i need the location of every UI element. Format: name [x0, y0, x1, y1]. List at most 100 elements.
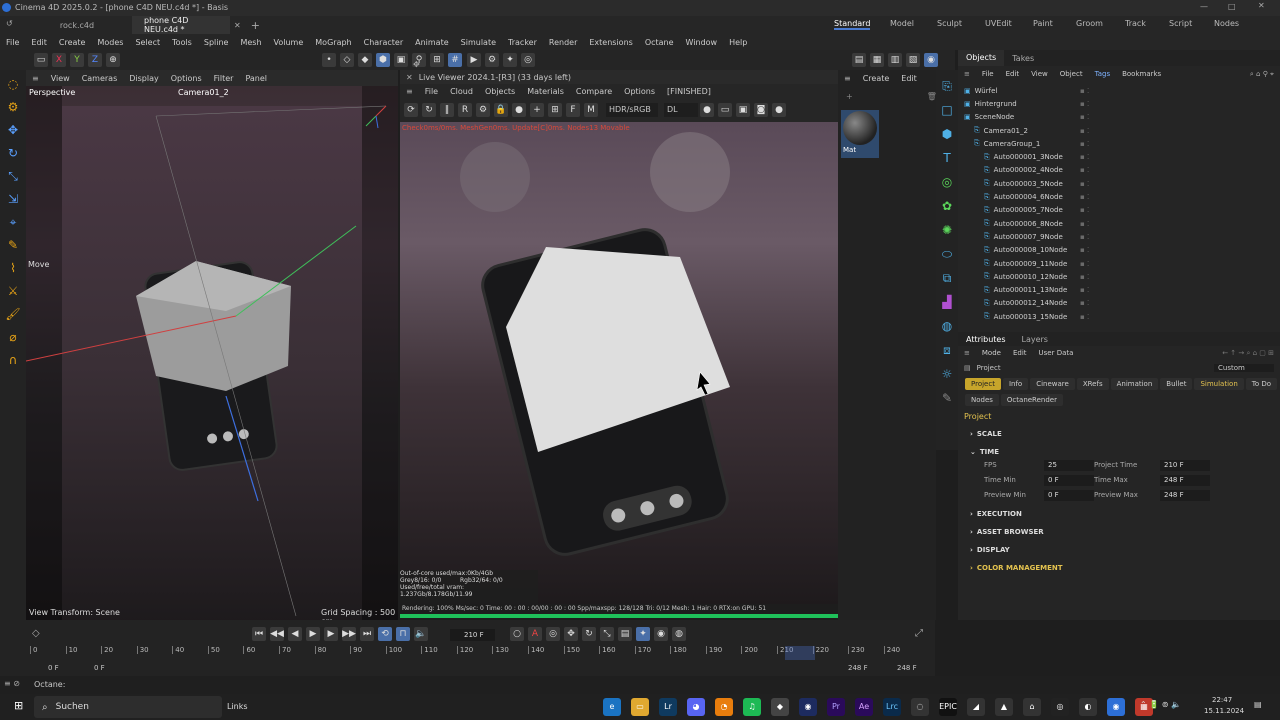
app-icon[interactable]: ⌂ — [1023, 698, 1041, 716]
lv-menu-options[interactable]: Options — [618, 87, 661, 96]
snapshot-icon[interactable]: ▣ — [736, 103, 750, 117]
timeline-ruler[interactable]: 0 10 20 30 40 50 60 70 80 90 100 110 120 130 140 150 160… — [30, 646, 930, 660]
subtab-xrefs[interactable]: XRefs — [1076, 378, 1109, 390]
menu-file[interactable]: File — [0, 38, 25, 47]
sound-icon[interactable]: 🔈 — [414, 627, 428, 641]
object-tree-row[interactable]: ⎘ Auto000002_4Node ▪ ⁚ — [958, 164, 1280, 177]
next-frame-icon[interactable]: ▶ — [324, 627, 338, 641]
live-selection-icon[interactable]: ◌ — [4, 75, 22, 93]
square-icon[interactable]: □ — [939, 102, 955, 118]
visibility-dots-icon[interactable]: ▪ ⁚ — [1080, 206, 1089, 214]
generator-icon[interactable]: ◎ — [939, 174, 955, 190]
render-region-icon[interactable]: ▥ — [888, 53, 902, 67]
objects-menu-icon[interactable]: ≡ — [964, 70, 970, 78]
subtab-octanerender[interactable]: OctaneRender — [1000, 394, 1063, 406]
viewport-menu-view[interactable]: View — [45, 74, 76, 83]
attr-menu-edit[interactable]: Edit — [1007, 349, 1033, 357]
active-camera-label[interactable]: Camera01_2 — [178, 88, 229, 97]
section-scale[interactable]: › SCALE — [958, 425, 1280, 443]
effector-icon[interactable]: ✺ — [939, 222, 955, 238]
lv-menu-objects[interactable]: Objects — [479, 87, 521, 96]
object-tree-row[interactable]: ⎘ Auto000006_8Node ▪ ⁚ — [958, 217, 1280, 230]
visibility-dots-icon[interactable]: ▪ ⁚ — [1080, 153, 1089, 161]
object-tree-row[interactable]: ⎘ Auto000008_10Node ▪ ⁚ — [958, 244, 1280, 257]
cube-icon[interactable]: ⬢ — [939, 126, 955, 142]
focus-picker-icon[interactable]: F — [566, 103, 580, 117]
visibility-dots-icon[interactable]: ▪ ⁚ — [1080, 166, 1089, 174]
tab-objects[interactable]: Objects — [958, 50, 1005, 66]
subtab-simulation[interactable]: Simulation — [1194, 378, 1244, 390]
send-scene-icon[interactable]: ⟳ — [404, 103, 418, 117]
workplane-icon[interactable]: ⊞ — [430, 53, 444, 67]
visibility-dots-icon[interactable]: ▪ ⁚ — [1080, 113, 1089, 121]
lv-menu-file[interactable]: File — [419, 87, 444, 96]
menu-animate[interactable]: Animate — [409, 38, 455, 47]
coordinate-system-icon[interactable]: ⊕ — [106, 53, 120, 67]
visibility-dots-icon[interactable]: ▪ ⁚ — [1080, 100, 1089, 108]
restart-render-icon[interactable]: ↻ — [422, 103, 436, 117]
preview-max-field[interactable]: 248 F — [1160, 490, 1210, 501]
after-effects-icon[interactable]: Ae — [855, 698, 873, 716]
param-key-icon[interactable]: ▤ — [618, 627, 632, 641]
globe-icon[interactable]: ◍ — [939, 318, 955, 334]
object-tree-row[interactable]: ⎘ Auto000010_12Node ▪ ⁚ — [958, 270, 1280, 283]
subtab-cineware[interactable]: Cineware — [1030, 378, 1075, 390]
model-mode-icon[interactable]: ▭ — [34, 53, 48, 67]
deformer-icon[interactable]: ⧉ — [939, 270, 955, 286]
rotation-key-icon[interactable]: ↻ — [582, 627, 596, 641]
spline-pen-icon[interactable]: ✎ — [4, 236, 22, 254]
render-view-icon[interactable]: ▶ — [467, 53, 481, 67]
loop-icon[interactable]: ⟲ — [378, 627, 392, 641]
search-icon[interactable]: ⌕ ⌂ ⚲ ⌖ — [1250, 70, 1274, 79]
edges-mode-icon[interactable]: ◇ — [340, 53, 354, 67]
menu-tracker[interactable]: Tracker — [502, 38, 543, 47]
render-queue-icon[interactable]: ◎ — [521, 53, 535, 67]
channel-icon[interactable]: ● — [700, 103, 714, 117]
material-picker-icon[interactable]: M — [584, 103, 598, 117]
objects-menu-edit[interactable]: Edit — [1000, 70, 1026, 78]
section-execution[interactable]: › EXECUTION — [958, 505, 1280, 523]
color-space-select[interactable]: HDR/sRGB — [606, 103, 658, 117]
tab-takes[interactable]: Takes — [1004, 54, 1042, 63]
time-min-field[interactable]: 0 F — [1044, 475, 1094, 486]
object-tree-row[interactable]: ⎘ Auto000013_15Node ▪ ⁚ — [958, 310, 1280, 323]
visibility-dots-icon[interactable]: ▪ ⁚ — [1080, 299, 1089, 307]
object-tree-row[interactable]: ⎘ Auto000007_9Node ▪ ⁚ — [958, 230, 1280, 243]
key-selection-icon[interactable]: ◎ — [546, 627, 560, 641]
menu-modes[interactable]: Modes — [91, 38, 129, 47]
tab-layers[interactable]: Layers — [1014, 335, 1056, 344]
save-image-icon[interactable]: ▭ — [718, 103, 732, 117]
keyframe-icon[interactable]: ◇ — [32, 628, 40, 639]
visibility-dots-icon[interactable]: ▪ ⁚ — [1080, 233, 1089, 241]
material-thumb[interactable]: Mat — [841, 110, 879, 158]
preview-range-icon[interactable]: ⊓ — [396, 627, 410, 641]
layout-uvedit[interactable]: UVEdit — [985, 19, 1012, 28]
next-key-icon[interactable]: ▶▶ — [342, 627, 356, 641]
objects-menu-tags[interactable]: Tags — [1089, 70, 1117, 78]
section-asset-browser[interactable]: › ASSET BROWSER — [958, 523, 1280, 541]
layout-standard[interactable]: Standard — [834, 19, 871, 30]
attr-menu-mode[interactable]: Mode — [976, 349, 1007, 357]
app-icon[interactable]: ▲ — [995, 698, 1013, 716]
viewport-menu-panel[interactable]: Panel — [239, 74, 273, 83]
y-axis-lock-icon[interactable]: Y — [70, 53, 84, 67]
object-tree-row[interactable]: ⎘ Camera01_2 ▪ ⁚ — [958, 124, 1280, 137]
section-color-management[interactable]: › COLOR MANAGEMENT — [958, 559, 1280, 577]
preview-end-field[interactable]: 248 F — [848, 664, 868, 672]
object-tree-row[interactable]: ⎘ Auto000012_14Node ▪ ⁚ — [958, 297, 1280, 310]
visibility-dots-icon[interactable]: ▪ ⁚ — [1080, 246, 1089, 254]
layout-nodes[interactable]: Nodes — [1214, 19, 1239, 28]
material-menu-create[interactable]: Create — [857, 74, 896, 83]
menu-select[interactable]: Select — [129, 38, 166, 47]
magnet-tool-icon[interactable]: ∩ — [4, 351, 22, 369]
current-frame-field[interactable]: 210 F — [450, 629, 495, 641]
objects-menu-view[interactable]: View — [1025, 70, 1054, 78]
object-tree-row[interactable]: ⎘ Auto000009_11Node ▪ ⁚ — [958, 257, 1280, 270]
scene-icon[interactable]: ⧈ — [939, 342, 955, 358]
lightroom-icon[interactable]: Lr — [659, 698, 677, 716]
clock-date[interactable]: 15.11.2024 — [1204, 707, 1244, 715]
kernel-select[interactable]: DL — [664, 103, 698, 117]
blender-icon[interactable]: ◔ — [715, 698, 733, 716]
project-time-field[interactable]: 210 F — [1160, 460, 1210, 471]
object-tree-row[interactable]: ⎘ Auto000011_13Node ▪ ⁚ — [958, 283, 1280, 296]
